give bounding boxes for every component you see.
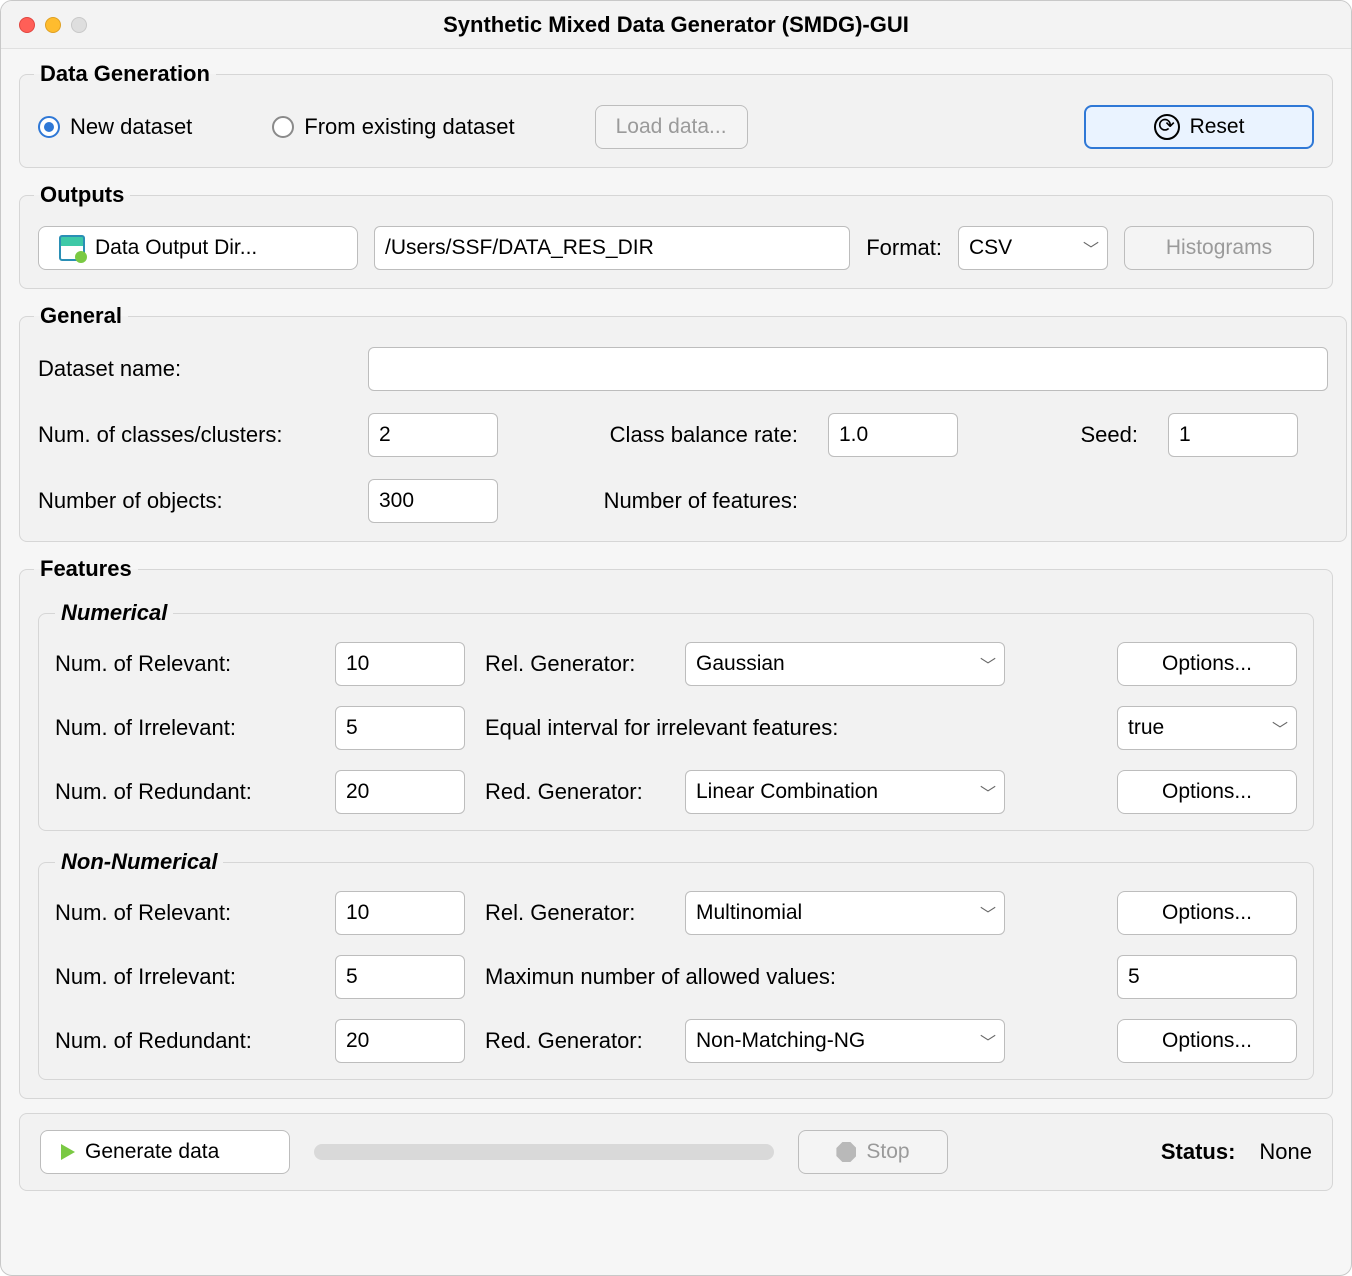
new-dataset-radio[interactable]: New dataset [38, 114, 192, 140]
nn-num-redundant-label: Num. of Redundant: [55, 1028, 315, 1054]
seed-field[interactable] [1168, 413, 1298, 457]
generate-data-button[interactable]: Generate data [40, 1130, 290, 1174]
titlebar: Synthetic Mixed Data Generator (SMDG)-GU… [1, 1, 1351, 49]
general-group: General Dataset name: Num. of classes/cl… [19, 303, 1347, 542]
chevron-down-icon: ﹀ [980, 652, 996, 676]
num-features-label: Number of features: [558, 488, 798, 514]
nn-red-gen-select[interactable]: Non-Matching-NG ﹀ [685, 1019, 1005, 1063]
non-numerical-legend: Non-Numerical [55, 849, 223, 875]
output-dir-field[interactable] [374, 226, 850, 270]
nn-rel-gen-select[interactable]: Multinomial ﹀ [685, 891, 1005, 935]
stop-button: Stop [798, 1130, 948, 1174]
numerical-subgroup: Numerical Num. of Relevant: Rel. Generat… [38, 600, 1314, 831]
seed-label: Seed: [1018, 422, 1138, 448]
reset-button[interactable]: Reset [1084, 105, 1314, 149]
class-balance-field[interactable] [828, 413, 958, 457]
data-generation-group: Data Generation New dataset From existin… [19, 61, 1333, 168]
new-dataset-label: New dataset [70, 114, 192, 140]
histograms-button: Histograms [1124, 226, 1314, 270]
dataset-name-label: Dataset name: [38, 356, 338, 382]
equal-interval-label: Equal interval for irrelevant features: [485, 715, 1005, 741]
nn-num-irrelevant-label: Num. of Irrelevant: [55, 964, 315, 990]
equal-interval-select[interactable]: true ﹀ [1117, 706, 1297, 750]
chevron-down-icon: ﹀ [980, 901, 996, 925]
num-objects-label: Number of objects: [38, 488, 338, 514]
outputs-group: Outputs Data Output Dir... Format: CSV ﹀… [19, 182, 1333, 289]
nn-max-allowed-field[interactable] [1117, 955, 1297, 999]
red-gen-label: Red. Generator: [485, 779, 665, 805]
load-data-button: Load data... [595, 105, 748, 149]
non-numerical-subgroup: Non-Numerical Num. of Relevant: Rel. Gen… [38, 849, 1314, 1080]
num-irrelevant-field[interactable] [335, 706, 465, 750]
outputs-legend: Outputs [34, 182, 130, 208]
app-window: Synthetic Mixed Data Generator (SMDG)-GU… [0, 0, 1352, 1276]
num-objects-field[interactable] [368, 479, 498, 523]
chevron-down-icon: ﹀ [980, 780, 996, 804]
num-classes-field[interactable] [368, 413, 498, 457]
chevron-down-icon: ﹀ [1083, 236, 1099, 260]
rel-gen-select[interactable]: Gaussian ﹀ [685, 642, 1005, 686]
window-title: Synthetic Mixed Data Generator (SMDG)-GU… [1, 12, 1351, 38]
data-generation-legend: Data Generation [34, 61, 216, 87]
rel-gen-label: Rel. Generator: [485, 651, 665, 677]
chevron-down-icon: ﹀ [1272, 716, 1288, 740]
nn-num-redundant-field[interactable] [335, 1019, 465, 1063]
num-relevant-field[interactable] [335, 642, 465, 686]
footer-bar: Generate data Stop Status: None [19, 1113, 1333, 1191]
nn-rel-gen-options-button[interactable]: Options... [1117, 891, 1297, 935]
num-irrelevant-label: Num. of Irrelevant: [55, 715, 315, 741]
nn-max-allowed-label: Maximun number of allowed values: [485, 964, 1005, 990]
rel-gen-options-button[interactable]: Options... [1117, 642, 1297, 686]
nn-rel-gen-label: Rel. Generator: [485, 900, 665, 926]
nn-num-relevant-label: Num. of Relevant: [55, 900, 315, 926]
features-legend: Features [34, 556, 138, 582]
features-group: Features Numerical Num. of Relevant: Rel… [19, 556, 1333, 1099]
red-gen-options-button[interactable]: Options... [1117, 770, 1297, 814]
status-value: None [1259, 1139, 1312, 1165]
chevron-down-icon: ﹀ [980, 1029, 996, 1053]
stop-icon [836, 1142, 856, 1162]
from-existing-label: From existing dataset [304, 114, 514, 140]
dataset-name-field[interactable] [368, 347, 1328, 391]
save-icon [59, 235, 85, 261]
progress-bar [314, 1144, 774, 1160]
general-legend: General [34, 303, 128, 329]
red-gen-select[interactable]: Linear Combination ﹀ [685, 770, 1005, 814]
nn-num-relevant-field[interactable] [335, 891, 465, 935]
num-redundant-label: Num. of Redundant: [55, 779, 315, 805]
radio-icon [38, 116, 60, 138]
format-select[interactable]: CSV ﹀ [958, 226, 1108, 270]
status-label: Status: [1161, 1139, 1236, 1165]
nn-num-irrelevant-field[interactable] [335, 955, 465, 999]
num-classes-label: Num. of classes/clusters: [38, 422, 338, 448]
play-icon [61, 1144, 75, 1160]
radio-icon [272, 116, 294, 138]
numerical-legend: Numerical [55, 600, 173, 626]
class-balance-label: Class balance rate: [558, 422, 798, 448]
num-redundant-field[interactable] [335, 770, 465, 814]
from-existing-radio[interactable]: From existing dataset [272, 114, 514, 140]
format-label: Format: [866, 235, 942, 261]
output-dir-button[interactable]: Data Output Dir... [38, 226, 358, 270]
reset-icon [1154, 114, 1180, 140]
num-relevant-label: Num. of Relevant: [55, 651, 315, 677]
nn-red-gen-options-button[interactable]: Options... [1117, 1019, 1297, 1063]
nn-red-gen-label: Red. Generator: [485, 1028, 665, 1054]
